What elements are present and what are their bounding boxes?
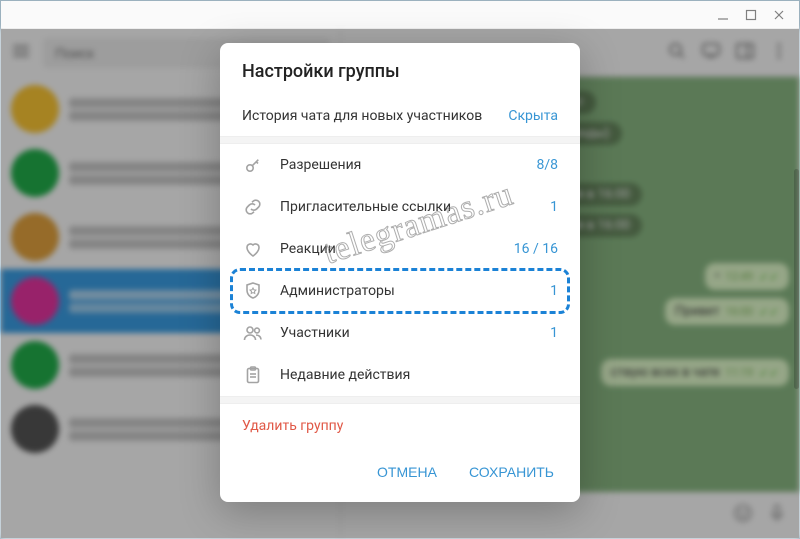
- window-titlebar: [1, 1, 799, 29]
- clipboard-icon: [242, 364, 264, 386]
- minimize-button[interactable]: [709, 5, 737, 25]
- option-value: 1: [550, 283, 558, 299]
- heart-icon: [242, 238, 264, 260]
- option-label: Недавние действия: [280, 367, 558, 383]
- link-icon: [242, 196, 264, 218]
- option-value: 16 / 16: [514, 241, 558, 257]
- permissions-row[interactable]: Разрешения 8/8: [220, 144, 580, 186]
- reactions-row[interactable]: Реакции 16 / 16: [220, 228, 580, 270]
- option-label: Пригласительные ссылки: [280, 199, 534, 215]
- option-label: Разрешения: [280, 157, 520, 173]
- modal-title: Настройки группы: [220, 43, 580, 96]
- shield-star-icon: [242, 280, 264, 302]
- history-label: История чата для новых участников: [242, 108, 482, 124]
- option-value: 8/8: [536, 157, 558, 173]
- history-value: Скрыта: [508, 108, 558, 124]
- key-icon: [242, 154, 264, 176]
- recent-actions-row[interactable]: Недавние действия: [220, 354, 580, 396]
- divider: [220, 396, 580, 404]
- modal-footer: ОТМЕНА СОХРАНИТЬ: [220, 448, 580, 502]
- divider: [220, 136, 580, 144]
- option-label: Реакции: [280, 241, 498, 257]
- delete-group-button[interactable]: Удалить группу: [220, 404, 580, 448]
- close-button[interactable]: [765, 5, 793, 25]
- members-row[interactable]: Участники 1: [220, 312, 580, 354]
- option-value: 1: [550, 325, 558, 341]
- option-value: 1: [550, 199, 558, 215]
- group-settings-modal: Настройки группы История чата для новых …: [220, 43, 580, 502]
- option-label: Участники: [280, 325, 534, 341]
- invite-links-row[interactable]: Пригласительные ссылки 1: [220, 186, 580, 228]
- save-button[interactable]: СОХРАНИТЬ: [457, 456, 566, 488]
- history-row[interactable]: История чата для новых участников Скрыта: [220, 96, 580, 136]
- cancel-button[interactable]: ОТМЕНА: [365, 456, 449, 488]
- maximize-button[interactable]: [737, 5, 765, 25]
- admins-row[interactable]: Администраторы 1: [220, 270, 580, 312]
- people-icon: [242, 322, 264, 344]
- modal-overlay[interactable]: Настройки группы История чата для новых …: [1, 29, 799, 538]
- option-label: Администраторы: [280, 283, 534, 299]
